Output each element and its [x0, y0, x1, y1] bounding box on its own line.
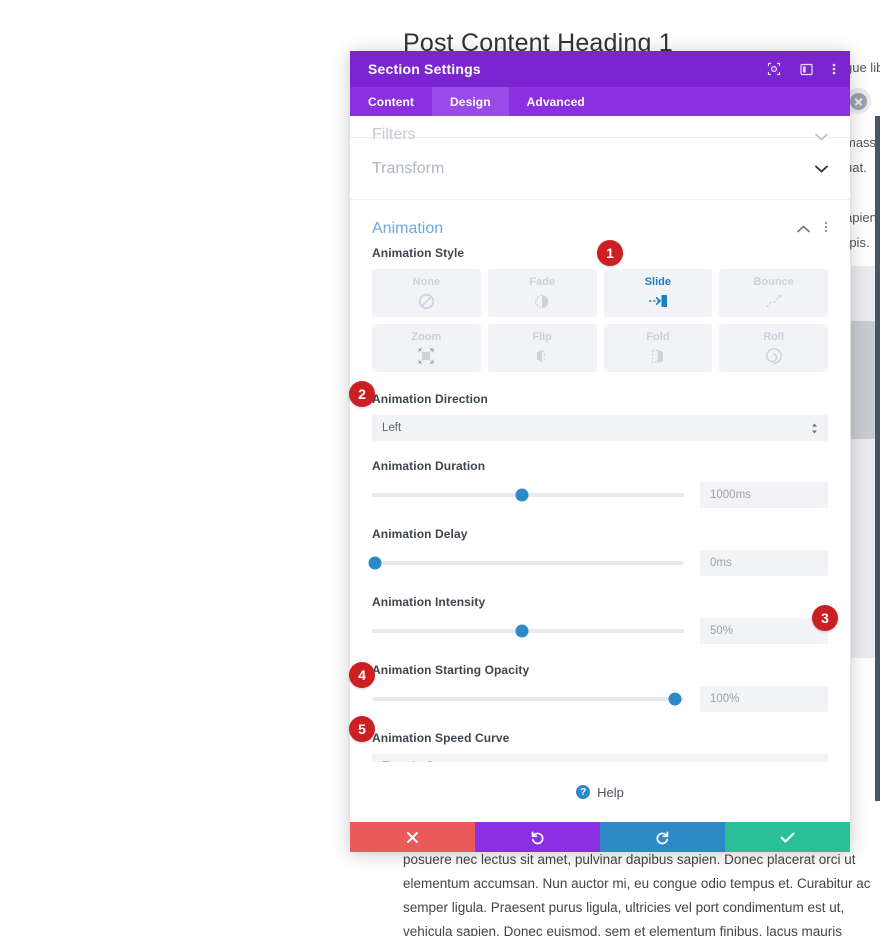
animation-direction-select[interactable]: Left	[372, 415, 828, 441]
animation-style-fold[interactable]: Fold	[603, 324, 713, 372]
tab-advanced[interactable]: Advanced	[509, 87, 603, 116]
tile-label: Bounce	[753, 276, 794, 288]
accordion-animation[interactable]: Animation	[350, 200, 850, 246]
fold-icon	[649, 347, 667, 365]
animation-opacity-slider[interactable]	[372, 692, 684, 706]
callout-badge-5: 5	[349, 716, 375, 742]
animation-duration-block: Animation Duration 1000ms	[372, 459, 828, 508]
flip-icon	[533, 347, 551, 365]
tile-label: Roll	[763, 331, 785, 343]
callout-badge-3: 3	[812, 605, 838, 631]
tile-label: Slide	[644, 276, 672, 288]
chevron-down-icon	[815, 161, 828, 176]
bounce-icon	[764, 292, 784, 310]
animation-direction-value: Left	[382, 422, 402, 434]
animation-style-fade[interactable]: Fade	[487, 269, 597, 317]
modal-tabs: Content Design Advanced	[350, 87, 850, 116]
tile-label: Zoom	[411, 331, 442, 343]
animation-style-flip[interactable]: Flip	[487, 324, 597, 372]
slider-knob[interactable]	[515, 488, 529, 502]
callout-badge-4: 4	[349, 662, 375, 688]
settings-scroll-area: Filters Transform Animation Animation St…	[350, 116, 850, 822]
help-icon: ?	[576, 785, 591, 799]
help-label: Help	[597, 784, 624, 800]
animation-duration-label: Animation Duration	[372, 459, 486, 473]
save-button[interactable]	[725, 822, 850, 852]
accordion-transform[interactable]: Transform	[350, 138, 850, 200]
more-options-icon[interactable]	[832, 62, 836, 76]
undo-button[interactable]	[475, 822, 600, 852]
responsive-preview-icon[interactable]	[767, 62, 781, 76]
animation-intensity-block: Animation Intensity 50%	[372, 595, 828, 644]
animation-opacity-value[interactable]: 100%	[700, 686, 828, 712]
animation-delay-slider[interactable]	[368, 556, 684, 570]
callout-badge-1: 1	[597, 240, 623, 266]
animation-style-slide[interactable]: Slide	[603, 269, 713, 317]
animation-direction-select-wrap: Left	[372, 415, 828, 441]
animation-delay-block: Animation Delay 0ms	[368, 527, 828, 576]
modal-body: Filters Transform Animation Animation St…	[350, 116, 850, 822]
animation-style-bounce[interactable]: Bounce	[719, 269, 828, 317]
modal-header: Section Settings	[350, 51, 850, 87]
tab-content[interactable]: Content	[350, 87, 432, 116]
modal-title: Section Settings	[368, 61, 481, 77]
animation-intensity-slider[interactable]	[372, 624, 684, 638]
animation-speed-curve-label: Animation Speed Curve	[372, 731, 510, 745]
animation-delay-label: Animation Delay	[372, 527, 468, 541]
roll-icon	[765, 347, 783, 365]
slide-icon	[647, 292, 669, 310]
tile-label: None	[412, 276, 441, 288]
animation-style-grid: None Fade Slide Bounce Zoom Flip Fold Ro…	[372, 269, 828, 372]
cancel-button[interactable]	[350, 822, 475, 852]
tab-design[interactable]: Design	[432, 87, 509, 116]
more-options-icon[interactable]	[824, 220, 828, 239]
tile-label: Fold	[646, 331, 670, 343]
modal-footer	[350, 822, 850, 852]
accordion-transform-label: Transform	[372, 159, 445, 177]
help-row[interactable]: ? Help	[350, 762, 850, 822]
animation-intensity-value[interactable]: 50%	[700, 618, 828, 644]
section-settings-modal: Section Settings Content Design Advanced…	[350, 51, 850, 852]
redo-button[interactable]	[600, 822, 725, 852]
callout-badge-2: 2	[349, 381, 375, 407]
zoom-icon	[417, 347, 435, 365]
animation-opacity-label: Animation Starting Opacity	[372, 663, 530, 677]
background-paragraph: posuere nec lectus sit amet, pulvinar da…	[403, 852, 871, 936]
fade-icon	[533, 292, 551, 310]
chevron-up-icon[interactable]	[797, 220, 810, 238]
animation-style-roll[interactable]: Roll	[719, 324, 828, 372]
animation-style-none[interactable]: None	[372, 269, 481, 317]
select-caret-icon	[811, 423, 818, 434]
animation-opacity-block: Animation Starting Opacity 100%	[372, 663, 828, 712]
slider-knob[interactable]	[515, 624, 529, 638]
none-circle-slash-icon	[418, 292, 435, 310]
layout-columns-icon[interactable]	[800, 63, 813, 76]
screen: Post Content Heading 1 gue lib am. massa…	[0, 0, 880, 936]
slider-knob[interactable]	[368, 556, 382, 570]
animation-duration-slider[interactable]	[372, 488, 684, 502]
tile-label: Fade	[529, 276, 555, 288]
animation-duration-value[interactable]: 1000ms	[700, 482, 828, 508]
accordion-animation-label: Animation	[372, 220, 444, 237]
accordion-filters[interactable]: Filters	[350, 116, 850, 143]
animation-intensity-label: Animation Intensity	[372, 595, 486, 609]
animation-style-zoom[interactable]: Zoom	[372, 324, 481, 372]
tile-label: Flip	[532, 331, 552, 343]
slider-knob[interactable]	[668, 692, 682, 706]
modal-scrollbar[interactable]	[875, 116, 880, 801]
animation-direction-label: Animation Direction	[372, 392, 488, 406]
animation-delay-value[interactable]: 0ms	[700, 550, 828, 576]
